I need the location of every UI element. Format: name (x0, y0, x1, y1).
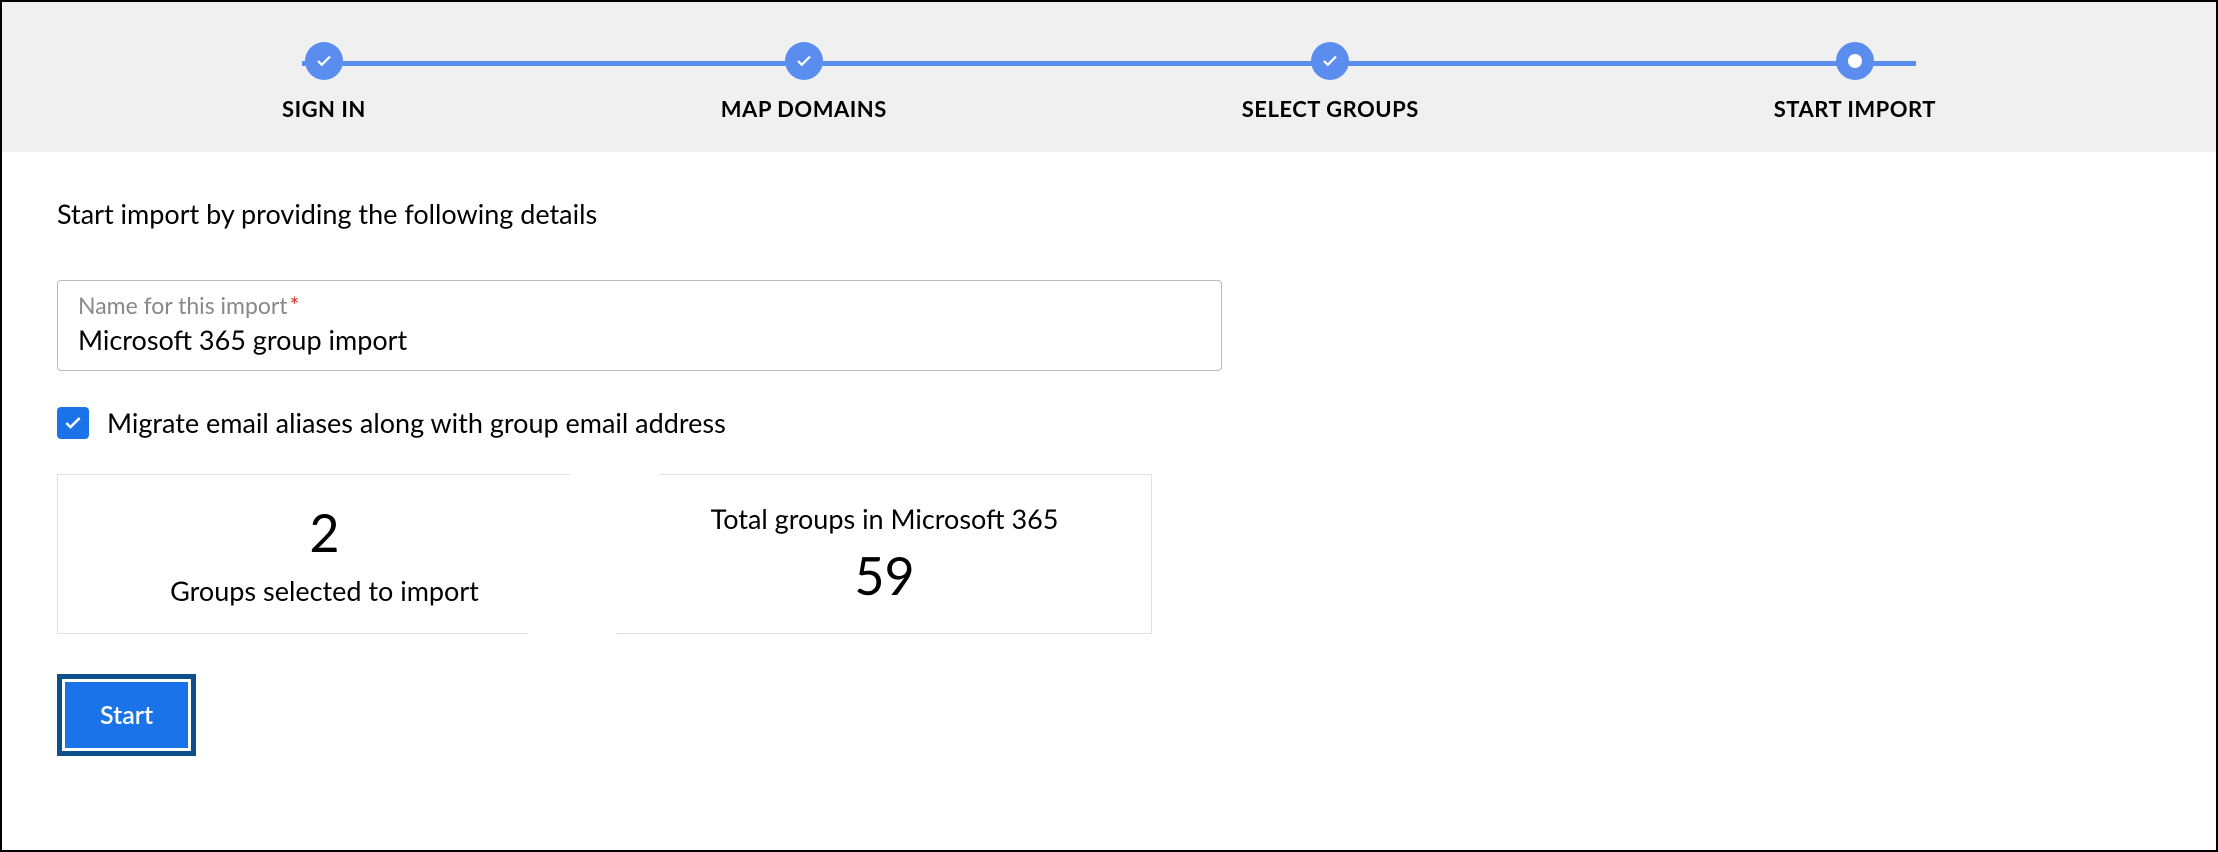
current-step-icon (1836, 42, 1874, 80)
step-map-domains[interactable]: MAP DOMAINS (721, 42, 887, 122)
migrate-aliases-label: Migrate email aliases along with group e… (107, 406, 726, 439)
total-groups-count: 59 (638, 545, 1131, 607)
groups-selected-label: Groups selected to import (78, 574, 571, 607)
import-name-label: Name for this import* (78, 291, 1201, 319)
intro-text: Start import by providing the following … (57, 197, 2161, 230)
import-name-label-text: Name for this import (78, 291, 288, 319)
step-select-groups[interactable]: SELECT GROUPS (1242, 42, 1419, 122)
import-name-input[interactable] (78, 323, 1201, 356)
import-name-field-group[interactable]: Name for this import* (57, 280, 1222, 371)
stepper-connector-line (302, 61, 1916, 66)
groups-selected-card: 2 Groups selected to import (57, 474, 592, 634)
step-label: SELECT GROUPS (1242, 95, 1419, 122)
start-button-highlight: Start (57, 674, 196, 756)
check-icon (1311, 42, 1349, 80)
total-groups-card: Total groups in Microsoft 365 59 (617, 474, 1152, 634)
migrate-aliases-checkbox[interactable] (57, 407, 89, 439)
required-asterisk: * (290, 291, 300, 319)
step-label: START IMPORT (1774, 95, 1936, 122)
check-icon (785, 42, 823, 80)
stats-row: 2 Groups selected to import Total groups… (57, 474, 2161, 634)
step-sign-in[interactable]: SIGN IN (282, 42, 366, 122)
wizard-stepper: SIGN IN MAP DOMAINS SELECT GROUPS START … (2, 2, 2216, 152)
total-groups-label: Total groups in Microsoft 365 (638, 502, 1131, 535)
main-content: Start import by providing the following … (2, 152, 2216, 801)
step-start-import[interactable]: START IMPORT (1774, 42, 1936, 122)
step-label: SIGN IN (282, 95, 366, 122)
check-icon (63, 413, 83, 433)
groups-selected-count: 2 (78, 502, 571, 564)
check-icon (305, 42, 343, 80)
step-label: MAP DOMAINS (721, 95, 887, 122)
start-button[interactable]: Start (65, 682, 188, 748)
migrate-aliases-row: Migrate email aliases along with group e… (57, 406, 2161, 439)
